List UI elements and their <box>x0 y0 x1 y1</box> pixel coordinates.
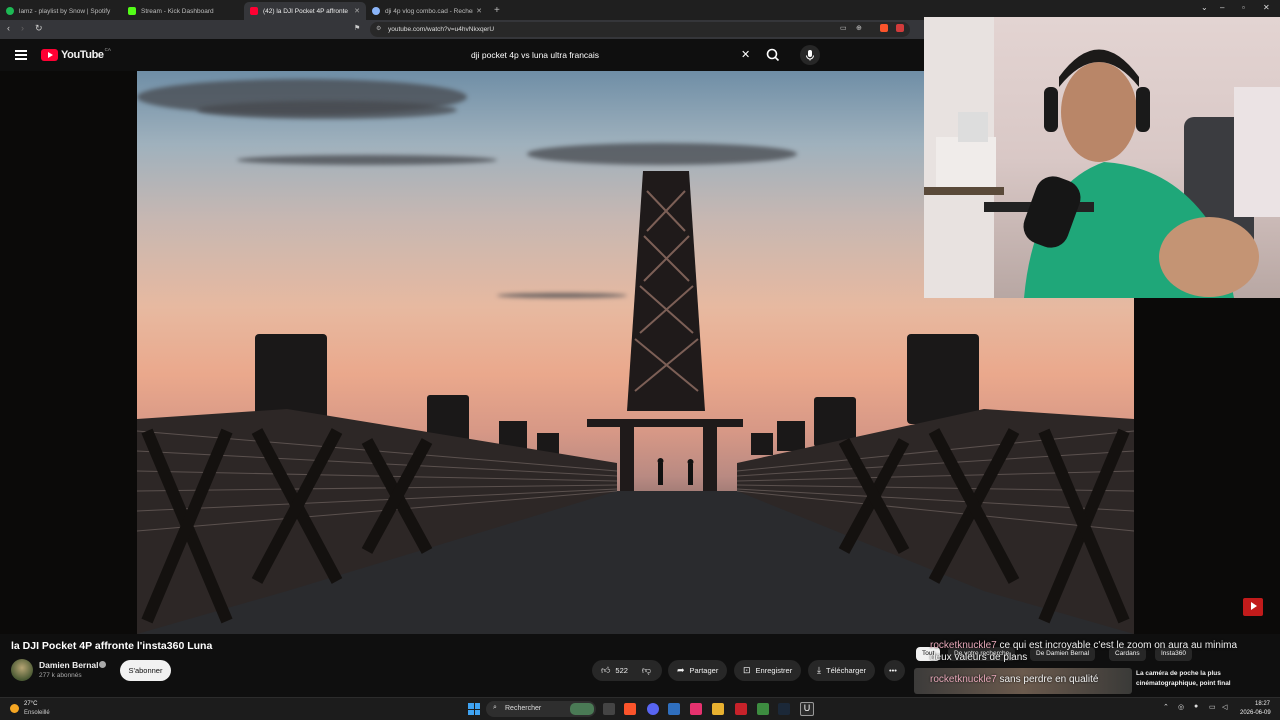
widget-thumbnail-icon[interactable] <box>570 703 594 715</box>
close-window-icon[interactable]: ✕ <box>1263 3 1270 12</box>
volume-icon[interactable]: ◁ <box>1222 703 1227 711</box>
tab-title: dji 4p vlog combo.cad - Recherche G <box>385 7 473 15</box>
microphone-icon <box>806 50 814 61</box>
site-info-icon[interactable]: ⚙ <box>376 25 381 32</box>
tray-app-icon[interactable]: ◎ <box>1178 703 1184 711</box>
save-button[interactable]: ⊡ Enregistrer <box>734 660 802 681</box>
rewards-icon[interactable] <box>896 24 904 32</box>
channel-watermark-icon[interactable] <box>1243 598 1263 616</box>
brave-shield-icon[interactable] <box>880 24 888 32</box>
weather-temperature[interactable]: 27°C <box>24 701 37 707</box>
webcam-scene <box>924 17 1280 298</box>
clock-date[interactable]: 2026-06-09 <box>1240 710 1271 716</box>
discord-icon[interactable] <box>647 703 659 715</box>
task-view-icon[interactable] <box>603 703 615 715</box>
reload-icon[interactable]: ↻ <box>35 23 43 34</box>
share-label: Partager <box>689 666 719 675</box>
app-icon[interactable] <box>668 703 680 715</box>
windows-taskbar: 27°C Ensoleillé ⌕ Rechercher U ⌃ ◎ ● ▭ ◁… <box>0 697 1280 720</box>
related-video-title[interactable]: La caméra de poche la plus cinématograph… <box>1136 669 1266 689</box>
more-actions-button[interactable]: ••• <box>884 660 905 681</box>
tab-spotify[interactable]: lamz - playlist by Snow | Spotify <box>0 2 122 20</box>
maximize-icon[interactable]: ▫ <box>1242 3 1245 12</box>
subscriber-count: 277 k abonnés <box>39 672 82 679</box>
tab-search-icon[interactable]: ⌄ <box>1201 3 1208 12</box>
url-field[interactable]: ⚙ youtube.com/watch?v=u4hvNkxqerU <box>370 22 910 37</box>
like-count: 522 <box>615 666 628 675</box>
like-dislike-group: 👍︎ 522 👎︎ <box>592 660 662 681</box>
channel-avatar[interactable] <box>11 659 33 681</box>
tray-mic-icon[interactable]: ● <box>1194 703 1198 710</box>
network-icon[interactable]: ▭ <box>1209 703 1216 711</box>
tiktok-icon[interactable] <box>690 703 702 715</box>
close-tab-icon[interactable]: ✕ <box>354 7 360 15</box>
youtube-logo[interactable]: YouTube CA <box>41 46 111 61</box>
tab-title: lamz - playlist by Snow | Spotify <box>19 7 111 15</box>
country-code: CA <box>104 46 111 52</box>
spotify-icon <box>6 7 14 15</box>
tab-title: Stream - Kick Dashboard <box>141 7 214 15</box>
close-tab-icon[interactable]: ✕ <box>476 7 482 15</box>
voice-search-button[interactable] <box>800 45 820 65</box>
windows-start-icon[interactable] <box>468 703 480 715</box>
weather-description[interactable]: Ensoleillé <box>24 710 50 716</box>
clear-search-icon[interactable]: ✕ <box>741 48 750 61</box>
tab-youtube-video[interactable]: (42) la DJI Pocket 4P affronte ✕ <box>244 2 366 20</box>
file-explorer-icon[interactable] <box>712 703 724 715</box>
thumbs-down-icon: 👎︎ <box>641 665 652 675</box>
back-icon[interactable]: ‹ <box>7 23 10 33</box>
taskbar-search-label: Rechercher <box>505 705 542 712</box>
chat-username: rocketknuckle7 <box>930 674 997 685</box>
brave-browser-icon[interactable] <box>624 703 636 715</box>
address-bar-row: ‹ › ↻ ⚑ ⚙ youtube.com/watch?v=u4hvNkxqer… <box>0 20 924 39</box>
streamer-webcam <box>924 17 1280 298</box>
new-tab-icon[interactable]: + <box>494 5 500 16</box>
chat-username: rocketknuckle7 <box>930 640 997 651</box>
download-label: Télécharger <box>825 666 867 675</box>
cast-icon[interactable]: ▭ <box>840 24 847 32</box>
forward-icon[interactable]: › <box>21 23 24 33</box>
youtube-header: YouTube CA dji pocket 4p vs luna ultra f… <box>0 39 924 71</box>
minimize-icon[interactable]: – <box>1220 3 1224 12</box>
youtube-play-icon <box>41 49 58 61</box>
search-icon: ⌕ <box>493 704 497 711</box>
channel-name[interactable]: Damien Bernal <box>39 660 99 670</box>
editor-app-icon[interactable] <box>757 703 769 715</box>
bookmark-icon: ⊡ <box>743 665 751 675</box>
chat-message: rocketknuckle7 sans perdre en qualité <box>930 674 1098 686</box>
chat-text: sans perdre en qualité <box>999 674 1099 685</box>
tab-title: (42) la DJI Pocket 4P affronte <box>263 7 349 15</box>
like-button[interactable]: 👍︎ 522 <box>601 665 628 676</box>
thumbs-up-icon: 👍︎ <box>601 665 611 675</box>
chat-message: rocketknuckle7 ce qui est incroyable c'e… <box>930 640 1260 664</box>
hamburger-menu-icon[interactable] <box>15 50 27 60</box>
clock-time[interactable]: 18:27 <box>1255 701 1270 707</box>
more-horizontal-icon: ••• <box>889 666 897 675</box>
subscribe-button[interactable]: S'abonner <box>120 660 171 681</box>
dislike-button[interactable]: 👎︎ <box>642 665 651 676</box>
search-input[interactable]: dji pocket 4p vs luna ultra francais <box>462 46 762 64</box>
logo-wordmark: YouTube <box>61 49 104 61</box>
share-button[interactable]: ➦ Partager <box>668 660 728 681</box>
zoom-icon[interactable]: ⊕ <box>856 24 862 32</box>
share-icon: ➦ <box>677 665 685 675</box>
verified-badge-icon <box>99 661 106 668</box>
tray-chevron-icon[interactable]: ⌃ <box>1163 703 1169 711</box>
video-title: la DJI Pocket 4P affronte l'insta360 Lun… <box>11 640 213 652</box>
search-icon[interactable] <box>764 47 782 63</box>
steam-icon[interactable] <box>778 703 790 715</box>
youtube-icon <box>250 7 258 15</box>
media-app-icon[interactable] <box>735 703 747 715</box>
save-label: Enregistrer <box>755 666 793 675</box>
sun-icon[interactable] <box>10 704 19 713</box>
url-text: youtube.com/watch?v=u4hvNkxqerU <box>388 26 495 33</box>
kick-icon <box>128 7 136 15</box>
google-icon <box>372 7 380 15</box>
unreal-engine-icon[interactable]: U <box>800 702 814 716</box>
bookmark-icon[interactable]: ⚑ <box>354 24 360 32</box>
download-button[interactable]: ⤓ Télécharger <box>808 660 876 681</box>
tab-kick-dashboard[interactable]: Stream - Kick Dashboard <box>122 2 244 20</box>
tab-google-search[interactable]: dji 4p vlog combo.cad - Recherche G ✕ <box>366 2 488 20</box>
download-icon: ⤓ <box>817 665 821 675</box>
